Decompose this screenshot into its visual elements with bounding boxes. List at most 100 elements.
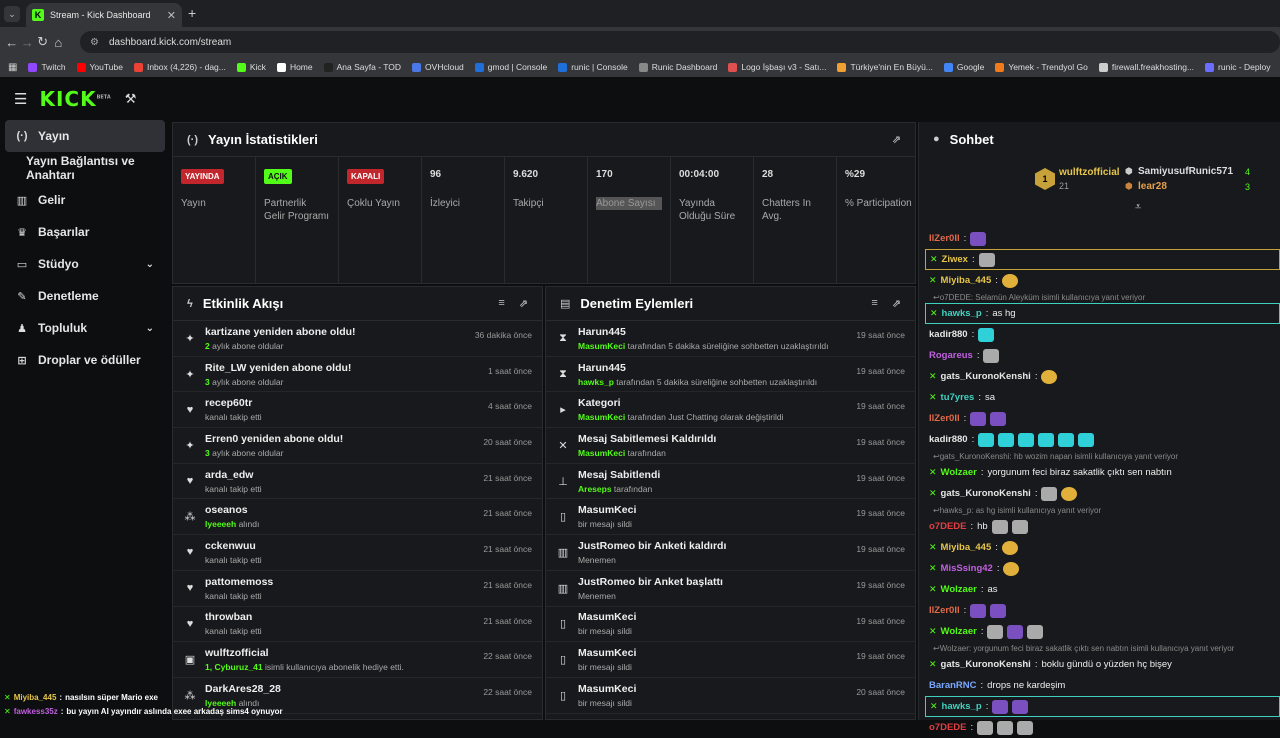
moderation-row[interactable]: ▸ Kategori MasumKeci tarafından Just Chatt… [546, 392, 915, 429]
chat-message[interactable]: ✕ tu7yres: sa [929, 387, 1280, 408]
chat-message[interactable]: IlZer0Il: [929, 228, 1280, 249]
chat-message[interactable]: o7DEDE: hb [929, 516, 1280, 537]
chat-message[interactable]: ✕ MisSsing42: [929, 558, 1280, 579]
reload-icon[interactable]: ↻ [35, 34, 51, 50]
popout-icon[interactable]: ⇗ [892, 133, 901, 146]
home-icon[interactable]: ⌂ [51, 35, 67, 50]
moderation-row[interactable]: ▯ MasumKeci bir mesajı sildi 19 saat önce [546, 642, 915, 678]
bookmark-item[interactable]: Home [276, 62, 313, 72]
bookmark-item[interactable]: Ana Sayfa - TOD [323, 62, 401, 72]
activity-row[interactable]: ✦ kartizane yeniden abone oldu! 2 aylık ab… [173, 321, 542, 357]
new-tab-button[interactable]: + [188, 5, 196, 21]
bookmark-item[interactable]: Inbox (4,226) - dag... [133, 62, 226, 72]
chat-message[interactable]: kadir880: [929, 324, 1280, 345]
chat-message[interactable]: ✕ Ziwex: [925, 249, 1280, 270]
chat-username[interactable]: Wolzaer [941, 584, 977, 595]
bookmark-item[interactable]: YouTube [76, 62, 123, 72]
chat-message[interactable]: o7DEDE: [929, 717, 1280, 738]
activity-row[interactable]: ▣ wulftzofficial 1, Cyburuz_41 isimli kull… [173, 642, 542, 678]
activity-row[interactable]: ♥ cckenwuu kanalı takip etti 21 saat önce [173, 535, 542, 571]
back-icon[interactable]: ← [4, 35, 20, 50]
chat-message[interactable]: ✕ hawks_p: [925, 696, 1280, 717]
menu-icon[interactable]: ☰ [14, 90, 27, 108]
activity-row[interactable]: ✦ Erren0 yeniden abone oldu! 3 aylık abone… [173, 428, 542, 464]
chat-username[interactable]: o7DEDE [929, 722, 966, 733]
bookmark-item[interactable]: gmod | Console [474, 62, 547, 72]
chat-username[interactable]: Miyiba_445 [941, 542, 992, 553]
bookmark-item[interactable]: runic - Deploy [1205, 62, 1270, 72]
moderation-row[interactable]: ▯ MasumKeci bir mesajı sildi 20 saat önce [546, 678, 915, 714]
bookmark-item[interactable]: OVHcloud [412, 62, 464, 72]
chat-username[interactable]: kadir880 [929, 434, 968, 445]
activity-row[interactable]: ♥ pattomemoss kanalı takip etti 21 saat önc… [173, 571, 542, 607]
moderation-row[interactable]: ▥ JustRomeo bir Anketi kaldırdı Menemen 19 … [546, 535, 915, 571]
chat-username[interactable]: gats_KuronoKenshi [941, 371, 1031, 382]
chat-username[interactable]: IlZer0Il [929, 233, 960, 244]
sidebar-item[interactable]: ♛ Başarılar [0, 216, 170, 248]
chat-username[interactable]: hawks_p [942, 701, 982, 712]
chat-message[interactable]: IlZer0Il: [929, 600, 1280, 621]
chat-message[interactable]: ✕ gats_KuronoKenshi: [929, 366, 1280, 387]
bookmark-item[interactable]: Yemek - Trendyol Go [995, 62, 1088, 72]
sidebar-item[interactable]: ⊞ Droplar ve ödüller [0, 344, 170, 376]
top-gifter-1[interactable]: wulftzofficial [1059, 167, 1120, 178]
top-gifter-2[interactable]: SamiyusufRunic571 [1138, 166, 1233, 177]
chat-message[interactable]: ✕ Wolzaer: [929, 621, 1280, 642]
chat-username[interactable]: gats_KuronoKenshi [941, 488, 1031, 499]
chat-message[interactable]: ✕ hawks_p: as hg [925, 303, 1280, 324]
chat-message[interactable]: ✕ Miyiba_445: [929, 270, 1280, 291]
tab-search-button[interactable]: ⌄ [4, 6, 20, 22]
bookmark-item[interactable]: Google [943, 62, 984, 72]
chat-username[interactable]: BaranRNC [929, 680, 977, 691]
chevron-down-icon[interactable]: ⌄ [146, 323, 154, 334]
moderation-row[interactable]: ⧗ Harun445 MasumKeci tarafından 5 dakika s… [546, 321, 915, 357]
chat-username[interactable]: Rogareus [929, 350, 973, 361]
filter-icon[interactable]: ≡ [498, 297, 504, 310]
bookmark-item[interactable]: runic | Console [558, 62, 628, 72]
moderation-row[interactable]: ⊥ Mesaj Sabitlendi Areseps tarafından 19 sa… [546, 464, 915, 500]
browser-tab[interactable]: K Stream - Kick Dashboard ✕ [26, 3, 182, 27]
activity-row[interactable]: ♥ throwban kanalı takip etti 21 saat önce [173, 607, 542, 643]
forward-icon[interactable]: → [20, 35, 36, 50]
bookmark-item[interactable]: Türkiye'nin En Büyü... [837, 62, 933, 72]
sidebar-item[interactable]: (·) Yayın [5, 120, 165, 152]
top-gifter-3[interactable]: lear28 [1138, 181, 1167, 192]
kick-logo[interactable]: KICKBETA [39, 87, 110, 111]
moderation-row[interactable]: ▯ MasumKeci bir mesajı sildi 19 saat önce [546, 607, 915, 643]
moderation-row[interactable]: ✕ Mesaj Sabitlemesi Kaldırıldı MasumKeci t… [546, 428, 915, 464]
chat-username[interactable]: Ziwex [942, 254, 968, 265]
bookmark-item[interactable]: Twitch [28, 62, 66, 72]
moderation-row[interactable]: ▯ MasumKeci bir mesajı sildi 19 saat önce [546, 499, 915, 536]
activity-row[interactable]: ⁂ oseanos lyeeeeh alındı 21 saat önce [173, 499, 542, 536]
sidebar-item[interactable]: Yayın Bağlantısı ve Anahtarı [0, 152, 170, 184]
activity-row[interactable]: ✦ Rite_LW yeniden abone oldu! 3 aylık abon… [173, 357, 542, 393]
sidebar-item[interactable]: ✎ Denetleme [0, 280, 170, 312]
chat-message[interactable]: ✕ Miyiba_445: [929, 537, 1280, 558]
chat-username[interactable]: IlZer0Il [929, 413, 960, 424]
chat-username[interactable]: MisSsing42 [941, 563, 993, 574]
chat-message[interactable]: BaranRNC: drops ne kardeşim [929, 675, 1280, 696]
popout-icon[interactable]: ⇗ [892, 297, 901, 310]
activity-row[interactable]: ♥ arda_edw kanalı takip etti 21 saat önce [173, 464, 542, 500]
chat-message[interactable]: ✕ Wolzaer: as [929, 579, 1280, 600]
url-field[interactable]: ⚙ dashboard.kick.com/stream [80, 31, 1280, 53]
chevron-down-icon[interactable]: ⌄ [146, 259, 154, 270]
chat-message[interactable]: ✕ Wolzaer: yorgunum feci biraz sakatlik çı… [929, 462, 1280, 483]
bookmark-item[interactable]: Logo İşbaşı v3 - Satı... [728, 62, 826, 72]
chat-message[interactable]: kadir880: [929, 429, 1280, 450]
chat-message[interactable]: ✕ gats_KuronoKenshi: boklu gündü o yüzden … [929, 654, 1280, 675]
moderation-row[interactable]: ⧗ Harun445 hawks_p tarafından 5 dakika sür… [546, 357, 915, 393]
bookmark-item[interactable]: firewall.freakhosting... [1098, 62, 1194, 72]
chat-username[interactable]: IlZer0Il [929, 605, 960, 616]
chat-username[interactable]: gats_KuronoKenshi [941, 659, 1031, 670]
chat-message[interactable]: IlZer0Il: [929, 408, 1280, 429]
chat-username[interactable]: tu7yres [941, 392, 975, 403]
hammer-icon[interactable]: ⚒ [125, 91, 137, 107]
chat-username[interactable]: Wolzaer [941, 626, 977, 637]
chat-message[interactable]: Rogareus: [929, 345, 1280, 366]
chat-username[interactable]: kadir880 [929, 329, 968, 340]
bookmark-item[interactable]: Runic Dashboard [638, 62, 717, 72]
sidebar-item[interactable]: ♟ Topluluk ⌄ [0, 312, 170, 344]
moderation-row[interactable]: ▥ JustRomeo bir Anket başlattı Menemen 19 s… [546, 571, 915, 607]
sidebar-item[interactable]: ▭ Stüdyo ⌄ [0, 248, 170, 280]
